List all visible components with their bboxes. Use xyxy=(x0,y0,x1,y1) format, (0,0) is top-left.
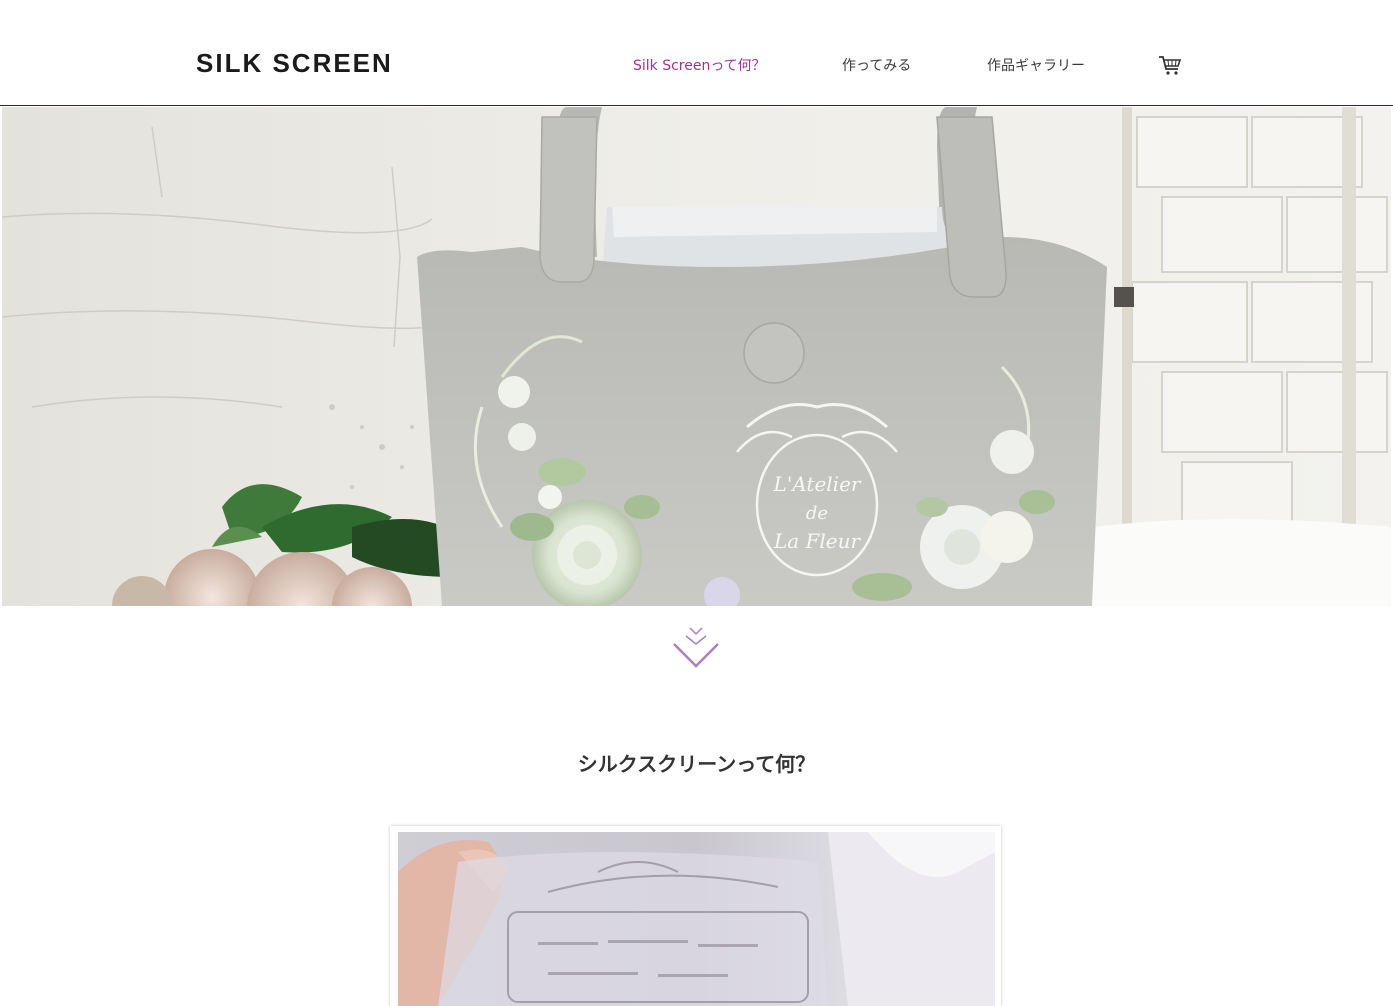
nav-item-try-making[interactable]: 作ってみる xyxy=(842,55,911,75)
medallion-text-1: L'Atelier xyxy=(773,472,862,496)
medallion-text-3: La Fleur xyxy=(773,529,862,553)
silkscreen-photo xyxy=(398,832,995,1006)
chevron-double-down-icon[interactable] xyxy=(672,624,720,672)
photo-card xyxy=(390,826,1001,1006)
medallion-text-2: de xyxy=(806,503,828,524)
section-title: シルクスクリーンって何？ xyxy=(577,752,816,776)
nav-item-gallery[interactable]: 作品ギャラリー xyxy=(987,55,1085,75)
site-header: SILK SCREEN Silk Screenって何？ 作ってみる 作品ギャラリ… xyxy=(0,0,1393,106)
nav-item-what-is-silk-screen[interactable]: Silk Screenって何？ xyxy=(633,55,766,75)
hero-image: L'Atelier de La Fleur xyxy=(2,107,1391,606)
site-logo[interactable]: SILK SCREEN xyxy=(196,48,393,79)
cart-icon[interactable] xyxy=(1158,53,1182,77)
